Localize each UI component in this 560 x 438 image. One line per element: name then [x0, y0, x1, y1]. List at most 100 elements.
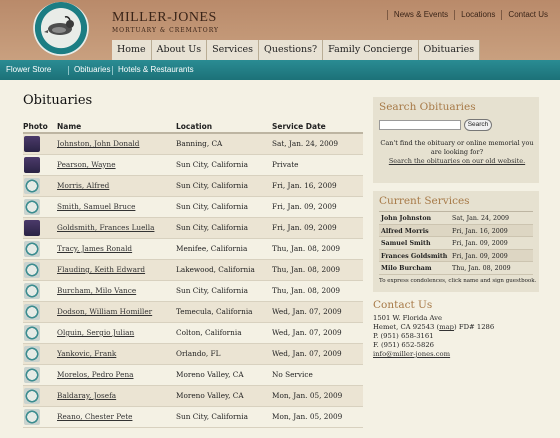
default-photo-icon[interactable]	[24, 324, 40, 341]
nav-family-concierge[interactable]: Family Concierge	[323, 40, 419, 60]
service-date-cell: No Service	[272, 364, 363, 386]
portrait-photo[interactable]	[24, 135, 40, 152]
col-service-date: Service Date	[272, 121, 363, 134]
current-service-name[interactable]: Frances Goldsmith	[381, 253, 447, 260]
fax: F. (951) 652-5826	[373, 341, 434, 349]
service-date-cell: Mon, Jan. 05, 2009	[272, 406, 363, 428]
subnav-hotels-restaurants[interactable]: Hotels & Restaurants	[118, 65, 194, 74]
nav-about-us[interactable]: About Us	[151, 40, 208, 60]
name-cell: Smith, Samuel Bruce	[57, 196, 176, 218]
service-date-cell: Wed, Jan. 07, 2009	[272, 343, 363, 365]
name-cell: Flauding, Keith Edward	[57, 259, 176, 281]
current-service-name[interactable]: Milo Burcham	[381, 265, 432, 272]
obituary-name-link[interactable]: Baldaray, Josefa	[57, 391, 116, 400]
photo-cell	[23, 280, 57, 302]
obituary-name-link[interactable]: Yankovic, Frank	[57, 349, 116, 358]
default-photo-icon[interactable]	[24, 345, 40, 362]
current-service-name[interactable]: Samuel Smith	[381, 240, 431, 247]
email-link[interactable]: info@miller-jones.com	[373, 350, 450, 358]
brand[interactable]: Miller-Jones Mortuary & Crematory	[112, 10, 219, 34]
location-cell: Banning, CA	[176, 133, 272, 155]
default-photo-icon[interactable]	[24, 366, 40, 383]
subnav-obituaries[interactable]: Obituaries	[74, 65, 110, 74]
obituary-name-link[interactable]: Goldsmith, Frances Luella	[57, 223, 154, 232]
service-date-cell: Thu, Jan. 08, 2009	[272, 280, 363, 302]
nav-home[interactable]: Home	[112, 40, 152, 60]
col-name: Name	[57, 121, 176, 134]
obituary-name-link[interactable]: Olguin, Sergio Julian	[57, 328, 134, 337]
nav-obituaries[interactable]: Obituaries	[418, 40, 481, 60]
obituary-name-link[interactable]: Johnston, John Donald	[57, 139, 139, 148]
obituary-name-link[interactable]: Smith, Samuel Bruce	[57, 202, 135, 211]
brand-name: Miller-Jones	[112, 10, 217, 25]
obituary-name-link[interactable]: Dodson, William Homiller	[57, 307, 152, 316]
search-input[interactable]	[379, 120, 461, 130]
default-photo-icon[interactable]	[24, 177, 40, 194]
default-photo-icon[interactable]	[24, 261, 40, 278]
current-service-row[interactable]: Samuel Smith Fri, Jan. 09, 2009	[379, 237, 533, 250]
portrait-photo[interactable]	[24, 156, 40, 173]
name-cell: Yankovic, Frank	[57, 343, 176, 365]
obituary-name-link[interactable]: Flauding, Keith Edward	[57, 265, 145, 274]
current-services-list: John Johnston Sat, Jan. 24, 2009 Alfred Mo…	[379, 211, 533, 275]
location-cell: Temecula, California	[176, 301, 272, 323]
current-service-date: Fri, Jan. 09, 2009	[452, 240, 508, 247]
location-cell: Colton, California	[176, 322, 272, 344]
current-service-date: Fri, Jan. 16, 2009	[452, 227, 508, 235]
obituary-name-link[interactable]: Morris, Alfred	[57, 181, 109, 190]
subnav-flower-store[interactable]: Flower Store	[6, 65, 51, 74]
obituary-name-link[interactable]: Morelos, Pedro Pena	[57, 370, 134, 379]
current-service-row[interactable]: John Johnston Sat, Jan. 24, 2009	[379, 212, 533, 225]
obituary-name-link[interactable]: Reano, Chester Pete	[57, 412, 132, 421]
divider	[112, 66, 113, 75]
default-photo-icon[interactable]	[24, 387, 40, 404]
service-date-cell: Fri, Jan. 16, 2009	[272, 175, 363, 197]
current-service-name[interactable]: Alfred Morris	[381, 228, 429, 235]
logo[interactable]	[32, 2, 90, 60]
default-photo-icon[interactable]	[24, 240, 40, 257]
map-link[interactable]: map	[439, 323, 454, 331]
old-website-link[interactable]: Search the obituaries on our old website…	[379, 157, 535, 166]
name-cell: Dodson, William Homiller	[57, 301, 176, 323]
nav-questions[interactable]: Questions?	[259, 40, 324, 60]
service-date-cell: Wed, Jan. 07, 2009	[272, 322, 363, 344]
default-photo-icon[interactable]	[24, 282, 40, 299]
current-service-row[interactable]: Frances Goldsmith Fri, Jan. 09, 2009	[379, 249, 533, 262]
address-city: Hemet, CA 92543 (	[373, 323, 440, 331]
current-service-row[interactable]: Alfred Morris Fri, Jan. 16, 2009	[379, 224, 533, 237]
service-date-cell: Private	[272, 154, 363, 176]
col-location: Location	[176, 121, 272, 134]
location-cell: Sun City, California	[176, 280, 272, 302]
current-service-row[interactable]: Milo Burcham Thu, Jan. 08, 2009	[379, 262, 533, 275]
name-cell: Morelos, Pedro Pena	[57, 364, 176, 386]
photo-cell	[23, 322, 57, 344]
topnav-news-events[interactable]: News & Events	[388, 10, 454, 19]
obituary-name-link[interactable]: Burcham, Milo Vance	[57, 286, 136, 295]
table-row: Goldsmith, Frances Luella Sun City, Calif…	[23, 217, 363, 239]
table-row: Johnston, John Donald Banning, CA Sat, Jan…	[23, 133, 363, 155]
default-photo-icon[interactable]	[24, 303, 40, 320]
name-cell: Baldaray, Josefa	[57, 385, 176, 407]
main-nav: Home About Us Services Questions? Family…	[112, 40, 481, 60]
table-row: Reano, Chester Pete Sun City, California M…	[23, 406, 363, 428]
current-service-name[interactable]: John Johnston	[381, 215, 431, 222]
obituary-name-link[interactable]: Pearson, Wayne	[57, 160, 116, 169]
nav-services[interactable]: Services	[207, 40, 260, 60]
default-photo-icon[interactable]	[24, 408, 40, 425]
photo-cell	[23, 301, 57, 323]
search-help-text: Can't find the obituary or online memori…	[380, 139, 534, 156]
current-services-heading: Current Services	[379, 195, 470, 207]
table-row: Smith, Samuel Bruce Sun City, California F…	[23, 196, 363, 218]
location-cell: Sun City, California	[176, 154, 272, 176]
name-cell: Burcham, Milo Vance	[57, 280, 176, 302]
obituary-name-link[interactable]: Tracy, James Ronald	[57, 244, 132, 253]
search-button[interactable]: Search	[464, 119, 492, 131]
contact-panel: Contact Us 1501 W. Florida Ave Hemet, CA…	[373, 300, 539, 359]
default-photo-icon[interactable]	[24, 198, 40, 215]
table-row: Morris, Alfred Sun City, California Fri, J…	[23, 175, 363, 197]
topnav-contact-us[interactable]: Contact Us	[502, 10, 554, 19]
service-date-cell: Fri, Jan. 09, 2009	[272, 196, 363, 218]
topnav-locations[interactable]: Locations	[455, 10, 501, 19]
table-row: Olguin, Sergio Julian Colton, California W…	[23, 322, 363, 344]
portrait-photo[interactable]	[24, 219, 40, 236]
